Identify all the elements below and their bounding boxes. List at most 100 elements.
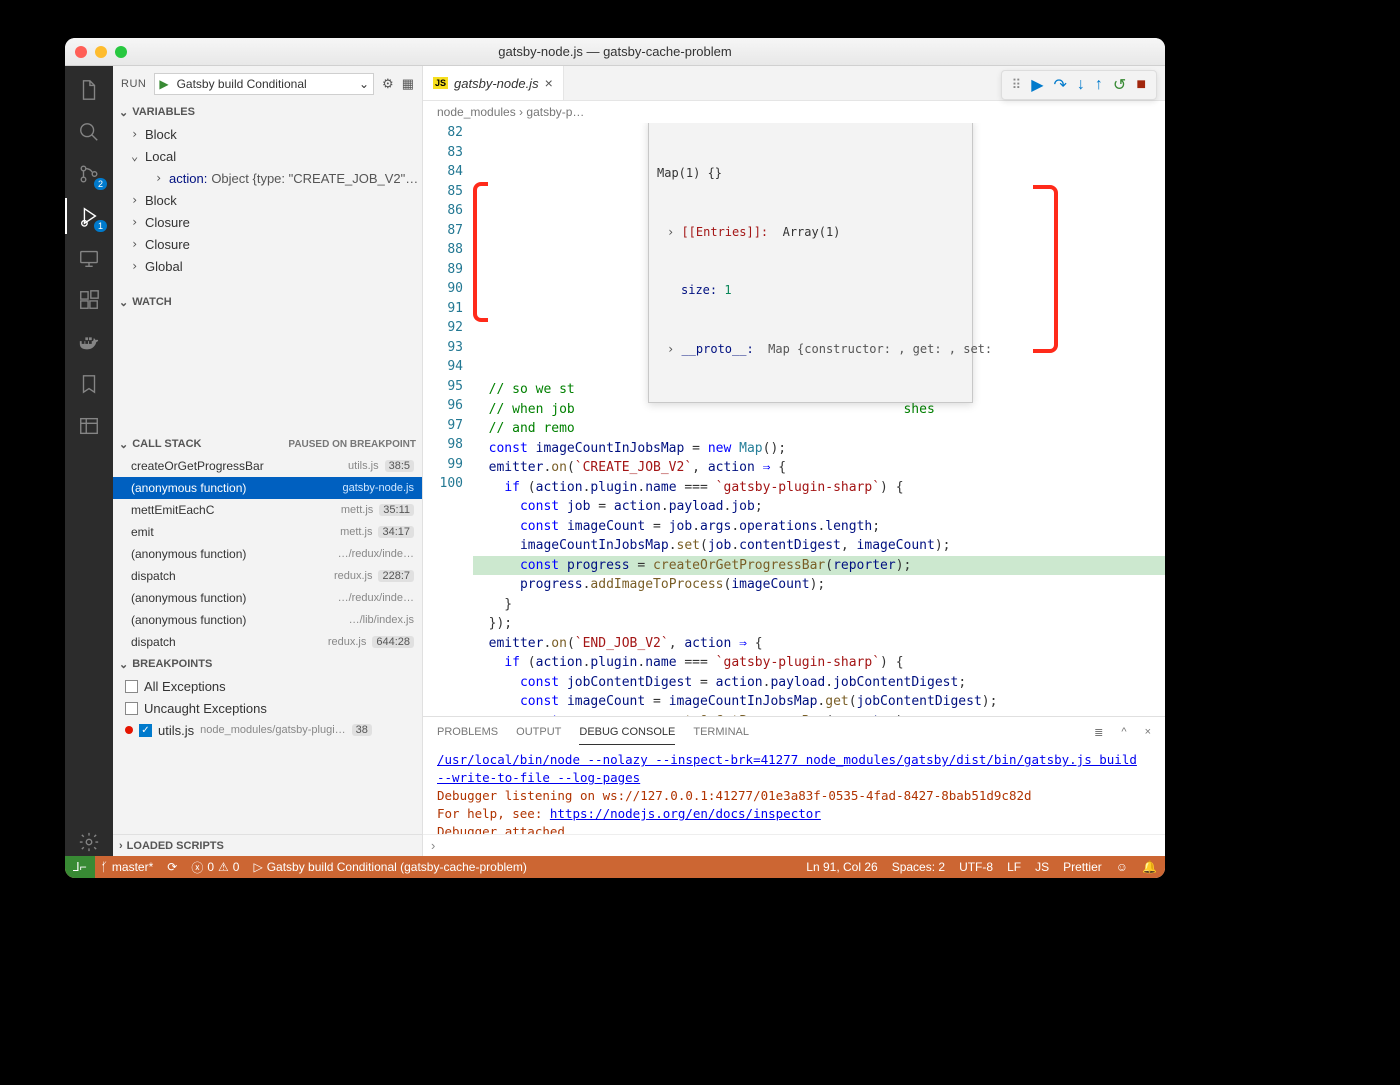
variable-row[interactable]: ›action: Object {type: "CREATE_JOB_V2"… <box>113 167 422 189</box>
callstack-frame[interactable]: mettEmitEachCmett.js35:11 <box>113 499 422 521</box>
code-line[interactable]: const imageCount = imageCountInJobsMap.g… <box>473 692 1165 712</box>
code-line[interactable]: const imageCount = job.args.operations.l… <box>473 517 1165 537</box>
bp-file[interactable]: ✓utils.jsnode_modules/gatsby-plugi…38 <box>113 719 422 741</box>
docker-icon[interactable] <box>75 328 103 356</box>
callstack-frame[interactable]: (anonymous function)…/redux/inde… <box>113 587 422 609</box>
restart-button[interactable]: ↺ <box>1113 75 1126 95</box>
eol[interactable]: LF <box>1007 860 1021 874</box>
step-out-button[interactable]: ↑ <box>1095 76 1103 94</box>
language-mode[interactable]: JS <box>1035 860 1049 874</box>
bp-uncaught-exceptions[interactable]: Uncaught Exceptions <box>113 697 422 719</box>
callstack-frame[interactable]: (anonymous function)gatsby-node.js <box>113 477 422 499</box>
breadcrumb[interactable]: node_modules › gatsby-p… <box>423 101 1165 123</box>
breakpoints-section[interactable]: ⌄BREAKPOINTS <box>113 653 422 675</box>
search-icon[interactable] <box>75 118 103 146</box>
remote-indicator[interactable]: ⅃⌐ <box>65 856 95 878</box>
code-line[interactable]: const progress = createOrGetProgressBar(… <box>473 712 1165 717</box>
debug-hover-popup[interactable]: Map(1) {} › [[Entries]]: Array(1) size: … <box>648 123 973 403</box>
git-branch[interactable]: ᚶ master* <box>101 860 154 874</box>
feedback-icon[interactable]: ☺ <box>1116 860 1128 874</box>
step-over-button[interactable]: ↷ <box>1054 75 1067 95</box>
checkbox[interactable] <box>125 702 138 715</box>
checkbox[interactable] <box>125 680 138 693</box>
variable-row[interactable]: ›Block <box>113 189 422 211</box>
drag-handle-icon[interactable]: ⠿ <box>1012 77 1022 93</box>
encoding[interactable]: UTF-8 <box>959 860 993 874</box>
code-line[interactable]: const jobContentDigest = action.payload.… <box>473 673 1165 693</box>
problems-status[interactable]: ⓧ 0 ⚠ 0 <box>191 859 239 876</box>
debug-status[interactable]: ▷ Gatsby build Conditional (gatsby-cache… <box>253 860 526 874</box>
terminal-tab[interactable]: TERMINAL <box>693 720 749 744</box>
sync-icon[interactable]: ⟳ <box>167 860 177 874</box>
callstack-frame[interactable]: (anonymous function)…/redux/inde… <box>113 543 422 565</box>
run-label: RUN <box>121 78 146 90</box>
callstack-frame[interactable]: emitmett.js34:17 <box>113 521 422 543</box>
callstack-frame[interactable]: (anonymous function)…/lib/index.js <box>113 609 422 631</box>
debug-console-output[interactable]: /usr/local/bin/node --nolazy --inspect-b… <box>423 747 1165 834</box>
step-into-button[interactable]: ↓ <box>1077 76 1085 94</box>
continue-button[interactable]: ▶ <box>1031 75 1043 95</box>
code-line[interactable]: const job = action.payload.job; <box>473 497 1165 517</box>
notifications-icon[interactable]: 🔔 <box>1142 860 1157 874</box>
problems-tab[interactable]: PROBLEMS <box>437 720 498 744</box>
debug-console-input[interactable]: › <box>423 834 1165 856</box>
formatter[interactable]: Prettier <box>1063 860 1102 874</box>
checkbox[interactable]: ✓ <box>139 724 152 737</box>
project-icon[interactable] <box>75 412 103 440</box>
bp-all-exceptions[interactable]: All Exceptions <box>113 675 422 697</box>
variable-row[interactable]: ⌄Local <box>113 145 422 167</box>
close-panel-icon[interactable]: × <box>1145 726 1151 738</box>
code-line[interactable]: }); <box>473 614 1165 634</box>
variable-row[interactable]: ›Global <box>113 255 422 277</box>
settings-gear-icon[interactable] <box>75 828 103 856</box>
variable-row[interactable]: ›Block <box>113 123 422 145</box>
source-control-icon[interactable]: 2 <box>75 160 103 188</box>
watch-section[interactable]: ⌄WATCH <box>113 291 422 313</box>
run-debug-icon[interactable]: 1 <box>75 202 103 230</box>
zoom-window[interactable] <box>115 46 127 58</box>
debug-toolbar[interactable]: ⠿ ▶ ↷ ↓ ↑ ↺ ■ <box>1001 70 1157 100</box>
remote-icon[interactable] <box>75 244 103 272</box>
stop-button[interactable]: ■ <box>1136 76 1146 94</box>
debug-config-dropdown[interactable]: ▶ Gatsby build Conditional ⌄ <box>154 73 374 95</box>
cursor-position[interactable]: Ln 91, Col 26 <box>806 860 877 874</box>
loaded-scripts-section[interactable]: ›LOADED SCRIPTS <box>113 834 422 856</box>
debug-settings-icon[interactable]: ⚙ <box>382 76 394 92</box>
extensions-icon[interactable] <box>75 286 103 314</box>
code-line[interactable]: progress.addImageToProcess(imageCount); <box>473 575 1165 595</box>
bottom-panel: PROBLEMS OUTPUT DEBUG CONSOLE TERMINAL ≣… <box>423 716 1165 856</box>
chevron-down-icon: ⌄ <box>355 77 373 91</box>
code-editor[interactable]: 828384858687888990919293949596979899100 … <box>423 123 1165 716</box>
close-tab-icon[interactable]: × <box>545 75 553 91</box>
code-line[interactable]: if (action.plugin.name === `gatsby-plugi… <box>473 478 1165 498</box>
code-line[interactable]: if (action.plugin.name === `gatsby-plugi… <box>473 653 1165 673</box>
code-line[interactable]: const imageCountInJobsMap = new Map(); <box>473 439 1165 459</box>
output-tab[interactable]: OUTPUT <box>516 720 561 744</box>
code-line[interactable]: emitter.on(`END_JOB_V2`, action ⇒ { <box>473 634 1165 654</box>
bookmark-icon[interactable] <box>75 370 103 398</box>
collapse-panel-icon[interactable]: ^ <box>1121 726 1126 738</box>
titlebar[interactable]: gatsby-node.js — gatsby-cache-problem <box>65 38 1165 66</box>
variables-section[interactable]: ⌄VARIABLES <box>113 101 422 123</box>
paused-state: PAUSED ON BREAKPOINT <box>288 439 416 450</box>
code-line[interactable]: // and remo <box>473 419 1165 439</box>
debug-console-icon[interactable]: ▦ <box>402 76 414 92</box>
close-window[interactable] <box>75 46 87 58</box>
indentation[interactable]: Spaces: 2 <box>892 860 945 874</box>
variable-row[interactable]: ›Closure <box>113 233 422 255</box>
start-debug-icon[interactable]: ▶ <box>155 77 172 91</box>
code-line[interactable]: emitter.on(`CREATE_JOB_V2`, action ⇒ { <box>473 458 1165 478</box>
code-line[interactable]: const progress = createOrGetProgressBar(… <box>473 556 1165 576</box>
explorer-icon[interactable] <box>75 76 103 104</box>
callstack-frame[interactable]: dispatchredux.js228:7 <box>113 565 422 587</box>
filter-icon[interactable]: ≣ <box>1094 726 1103 739</box>
tab-gatsby-node[interactable]: JS gatsby-node.js × <box>423 66 564 100</box>
callstack-frame[interactable]: createOrGetProgressBarutils.js38:5 <box>113 455 422 477</box>
callstack-frame[interactable]: dispatchredux.js644:28 <box>113 631 422 653</box>
code-line[interactable]: } <box>473 595 1165 615</box>
minimize-window[interactable] <box>95 46 107 58</box>
debug-console-tab[interactable]: DEBUG CONSOLE <box>579 720 675 745</box>
callstack-section[interactable]: ⌄CALL STACKPAUSED ON BREAKPOINT <box>113 433 422 455</box>
code-line[interactable]: imageCountInJobsMap.set(job.contentDiges… <box>473 536 1165 556</box>
variable-row[interactable]: ›Closure <box>113 211 422 233</box>
